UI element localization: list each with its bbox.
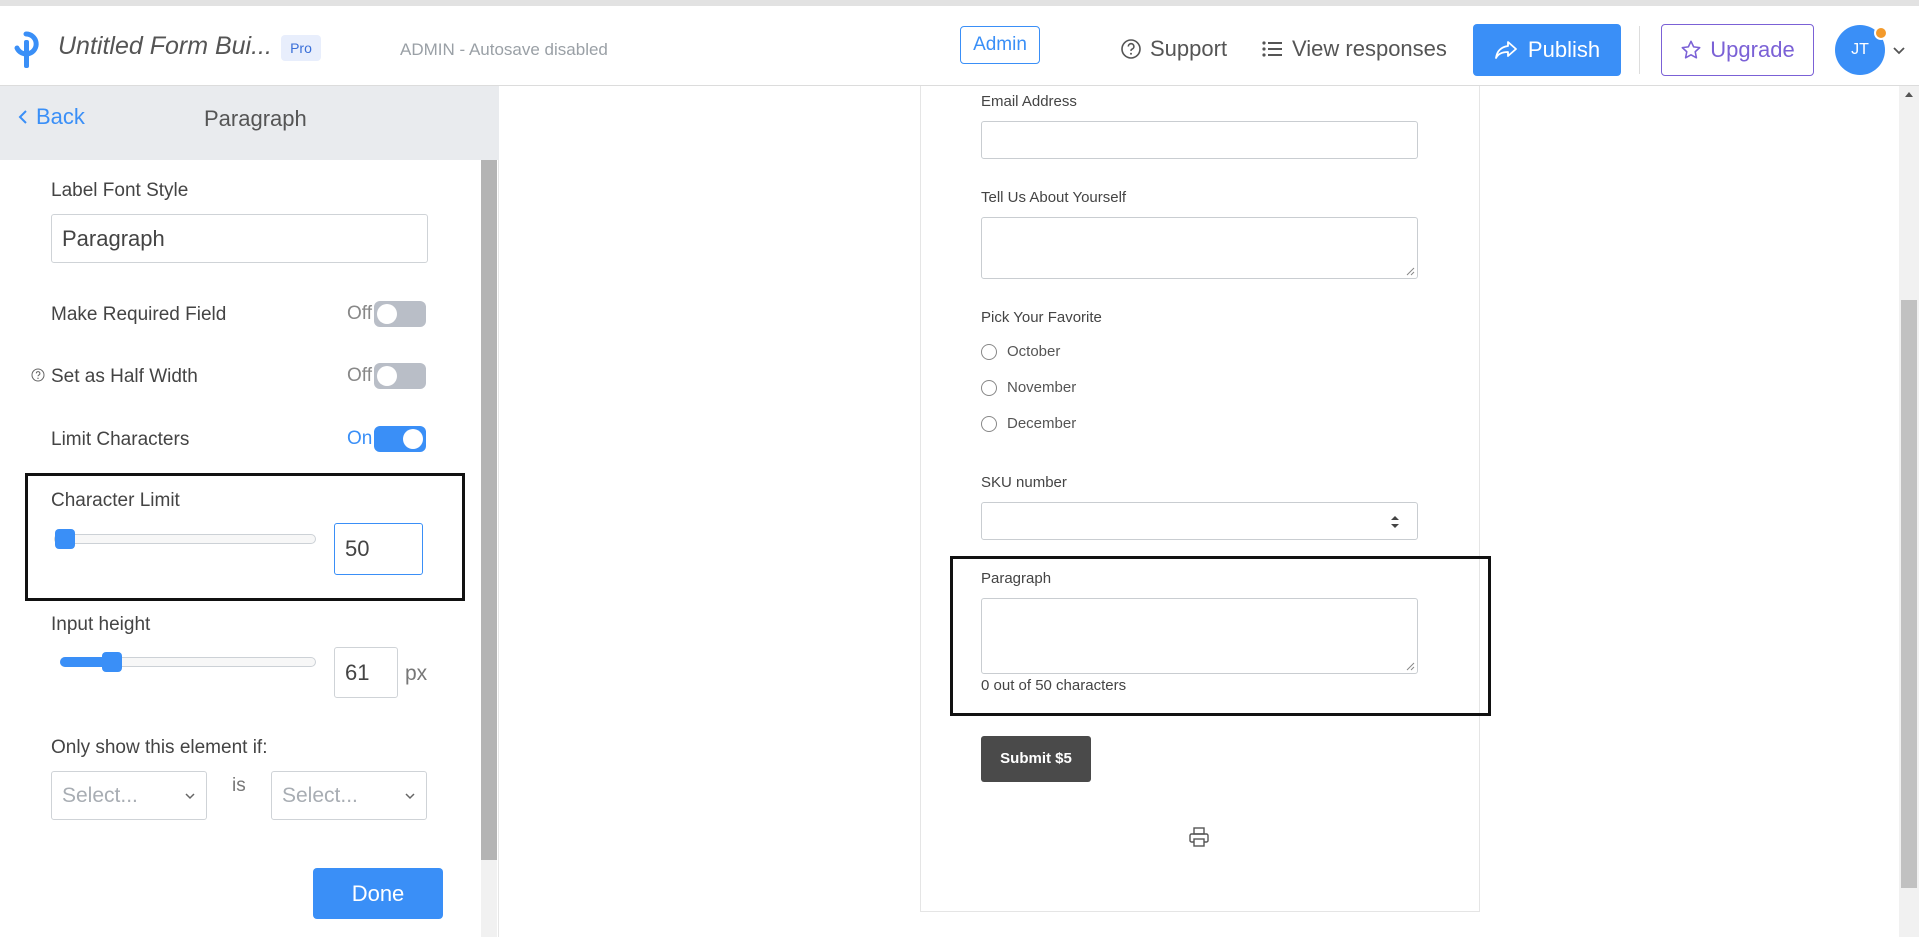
number-stepper-icon[interactable] xyxy=(1389,514,1401,530)
input-height-unit: px xyxy=(405,662,428,685)
make-required-toggle[interactable]: Off xyxy=(347,301,426,327)
limit-characters-state: On xyxy=(347,428,373,449)
publish-label: Publish xyxy=(1527,37,1601,62)
submit-button[interactable]: Submit $5 xyxy=(981,736,1091,782)
form-title[interactable]: Untitled Form Bui... xyxy=(58,32,272,61)
character-counter: 0 out of 50 characters xyxy=(981,677,1127,694)
radio-option-label: December xyxy=(1007,415,1077,432)
view-responses-link[interactable]: View responses xyxy=(1262,36,1447,62)
panel-header: Back Paragraph xyxy=(0,86,499,160)
paragraph-label: Paragraph xyxy=(981,570,1052,587)
email-label: Email Address xyxy=(981,93,1077,110)
form-preview-card xyxy=(920,86,1480,912)
half-width-state: Off xyxy=(347,365,372,386)
radio-button[interactable] xyxy=(981,415,997,432)
conditional-label: Only show this element if: xyxy=(51,737,268,758)
about-textarea[interactable] xyxy=(981,217,1418,279)
chevron-down-icon xyxy=(185,792,195,799)
publish-button[interactable]: Publish xyxy=(1473,24,1621,76)
done-button[interactable]: Done xyxy=(313,868,443,919)
top-bar: Untitled Form Bui... Pro ADMIN - Autosav… xyxy=(0,0,1919,86)
radio-button[interactable] xyxy=(981,379,997,396)
chevron-left-icon xyxy=(18,110,27,124)
about-label: Tell Us About Yourself xyxy=(981,189,1127,206)
input-height-slider-thumb[interactable] xyxy=(102,652,122,672)
chevron-down-icon[interactable] xyxy=(1891,42,1907,58)
radio-option-label: October xyxy=(1007,343,1061,360)
radio-button[interactable] xyxy=(981,343,997,360)
support-link[interactable]: Support xyxy=(1120,36,1227,62)
panel-scrollbar-thumb[interactable] xyxy=(481,160,497,860)
back-label: Back xyxy=(36,104,85,129)
pro-badge: Pro xyxy=(281,35,321,61)
scroll-up-icon[interactable] xyxy=(1904,90,1914,98)
radio-option[interactable]: October xyxy=(981,343,1060,360)
input-height-input[interactable]: 61 xyxy=(334,647,398,698)
page-scrollbar-thumb[interactable] xyxy=(1901,300,1917,888)
star-icon xyxy=(1681,40,1701,59)
share-arrow-icon xyxy=(1495,41,1517,59)
email-input[interactable] xyxy=(981,121,1418,159)
view-responses-label: View responses xyxy=(1292,36,1447,61)
resize-handle-icon[interactable] xyxy=(1405,266,1415,276)
chevron-down-icon xyxy=(405,792,415,799)
upgrade-label: Upgrade xyxy=(1710,37,1795,62)
back-button[interactable]: Back xyxy=(18,104,85,130)
paragraph-textarea[interactable] xyxy=(981,598,1418,674)
list-icon xyxy=(1262,41,1282,57)
condition-value-select[interactable]: Select... xyxy=(271,771,427,820)
label-font-style-label: Label Font Style xyxy=(51,180,189,201)
condition-connector: is xyxy=(232,775,246,796)
half-width-label: Set as Half Width xyxy=(51,366,198,387)
input-height-label: Input height xyxy=(51,614,151,635)
admin-button[interactable]: Admin xyxy=(960,26,1040,64)
radio-option-label: November xyxy=(1007,379,1077,396)
notification-dot xyxy=(1874,26,1888,40)
character-limit-slider-track[interactable] xyxy=(54,534,316,544)
print-icon[interactable] xyxy=(1188,826,1210,848)
half-width-toggle[interactable]: Off xyxy=(347,363,426,389)
help-circle-icon xyxy=(1121,39,1141,59)
condition-value-placeholder: Select... xyxy=(282,783,358,807)
support-label: Support xyxy=(1150,36,1228,61)
toggle-switch[interactable] xyxy=(374,301,426,327)
character-limit-label: Character Limit xyxy=(51,490,180,511)
condition-field-placeholder: Select... xyxy=(62,783,138,807)
character-limit-slider-thumb[interactable] xyxy=(55,529,75,549)
toggle-switch[interactable] xyxy=(374,363,426,389)
resize-handle-icon[interactable] xyxy=(1405,661,1415,671)
autosave-status: ADMIN - Autosave disabled xyxy=(400,40,608,59)
radio-option[interactable]: December xyxy=(981,415,1076,432)
radio-option[interactable]: November xyxy=(981,379,1076,396)
label-font-style-input[interactable]: Paragraph xyxy=(51,214,428,263)
help-circle-icon[interactable] xyxy=(31,368,45,382)
app-logo-icon[interactable] xyxy=(12,30,40,70)
make-required-state: Off xyxy=(347,303,372,324)
favorite-label: Pick Your Favorite xyxy=(981,309,1102,326)
condition-field-select[interactable]: Select... xyxy=(51,771,207,820)
limit-characters-toggle[interactable]: On xyxy=(347,426,427,452)
limit-characters-label: Limit Characters xyxy=(51,429,190,450)
character-limit-input[interactable]: 50 xyxy=(334,523,423,575)
sku-label: SKU number xyxy=(981,474,1067,491)
panel-title: Paragraph xyxy=(204,106,307,131)
toggle-switch[interactable] xyxy=(374,426,427,452)
upgrade-button[interactable]: Upgrade xyxy=(1661,24,1814,76)
sku-number-input[interactable] xyxy=(981,502,1418,540)
make-required-label: Make Required Field xyxy=(51,304,227,325)
header-divider xyxy=(1639,26,1640,74)
